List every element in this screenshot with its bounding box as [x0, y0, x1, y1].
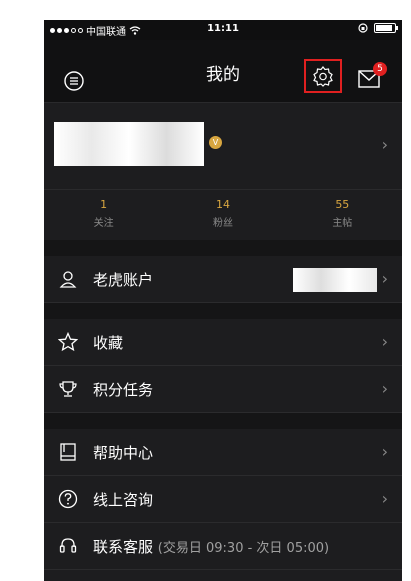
user-icon	[59, 271, 77, 288]
chevron-right-icon: ›	[381, 332, 388, 351]
section-divider	[44, 413, 402, 429]
stat-following[interactable]: 1 关注	[44, 190, 163, 240]
gear-icon	[313, 66, 333, 87]
stats-bar: 1 关注 14 粉丝 55 主帖	[44, 189, 402, 240]
menu-item-label: 联系客服 (交易日 09:30 - 次日 05:00)	[93, 536, 329, 557]
menu-item-contact-service[interactable]: 联系客服 (交易日 09:30 - 次日 05:00)	[44, 523, 402, 570]
chevron-right-icon: ›	[381, 489, 388, 508]
section-divider	[44, 240, 402, 256]
chevron-right-icon: ›	[381, 269, 388, 288]
phone-screen: 中国联通 11:11 我的 5 V › 1 关注 14 粉丝 55 主帖 老虎账…	[44, 20, 402, 581]
menu-item-favorites[interactable]: 收藏 ›	[44, 319, 402, 366]
section-divider	[44, 303, 402, 319]
status-right	[358, 23, 398, 33]
battery-icon	[374, 23, 398, 33]
trophy-icon	[59, 381, 77, 397]
stat-label: 关注	[93, 218, 114, 229]
page-title: 我的	[206, 65, 240, 85]
contact-service-label: 联系客服	[93, 538, 154, 556]
menu-item-tiger-account[interactable]: 老虎账户 ›	[44, 256, 402, 303]
stat-value: 55	[335, 198, 350, 211]
star-icon	[58, 332, 78, 352]
orientation-lock-icon	[358, 23, 368, 33]
chevron-right-icon: ›	[381, 135, 388, 154]
menu-item-label: 收藏	[93, 334, 124, 352]
settings-button[interactable]	[304, 59, 342, 93]
status-bar: 中国联通 11:11	[44, 20, 402, 40]
contact-service-hours: (交易日 09:30 - 次日 05:00)	[157, 541, 330, 556]
menu-item-help-center[interactable]: 帮助中心 ›	[44, 429, 402, 476]
menu-item-label: 线上咨询	[93, 491, 154, 509]
account-info-blurred	[293, 268, 377, 292]
menu-item-online-consult[interactable]: 线上咨询 ›	[44, 476, 402, 523]
nav-bar: 我的 5	[44, 40, 402, 102]
headset-icon	[59, 538, 77, 553]
chevron-right-icon: ›	[381, 379, 388, 398]
vip-badge-icon: V	[209, 136, 222, 149]
profile-name-blurred	[54, 122, 204, 166]
stat-followers[interactable]: 14 粉丝	[163, 190, 282, 240]
stat-label: 主帖	[332, 218, 353, 229]
status-time: 11:11	[207, 23, 239, 34]
question-icon	[58, 489, 78, 509]
mail-badge: 5	[373, 62, 387, 76]
menu-item-label: 积分任务	[93, 381, 154, 399]
stat-posts[interactable]: 55 主帖	[283, 190, 402, 240]
profile-card[interactable]: V ›	[44, 102, 402, 189]
book-icon	[60, 443, 76, 461]
menu-item-label: 老虎账户	[93, 271, 154, 289]
menu-item-points-tasks[interactable]: 积分任务 ›	[44, 366, 402, 413]
stat-value: 14	[215, 198, 230, 211]
chevron-right-icon: ›	[381, 442, 388, 461]
stat-value: 1	[100, 198, 108, 211]
stat-label: 粉丝	[212, 218, 233, 229]
menu-item-label: 帮助中心	[93, 444, 154, 462]
